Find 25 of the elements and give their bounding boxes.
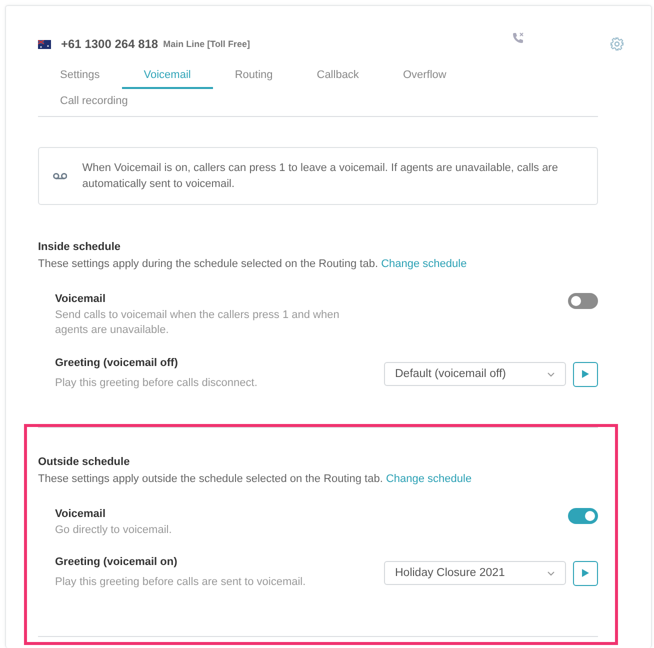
info-message: When Voicemail is on, callers can press 1 to leave a voicemail. If agents are unavailable, calls are automatically sent to voicemail. xyxy=(82,161,559,192)
setting-description: Go directly to voicemail. xyxy=(55,523,173,538)
tab[interactable]: Callback xyxy=(294,63,381,89)
setting-label: Voicemail xyxy=(55,293,107,305)
change-schedule-link[interactable]: Change schedule xyxy=(381,258,467,270)
tab[interactable]: Routing xyxy=(212,63,295,89)
greeting-dropdown[interactable]: Default (voicemail off) xyxy=(384,362,566,386)
setting-description: Play this greeting before calls disconnect. xyxy=(55,376,258,391)
section-description: These settings apply outside the schedule selected on the Routing tab. Change schedule xyxy=(38,473,473,485)
section-description: These settings apply during the schedule selected on the Routing tab. Change schedule xyxy=(38,258,468,270)
setting-label: Greeting (voicemail on) xyxy=(55,556,178,568)
tab[interactable]: Overflow xyxy=(380,63,468,89)
setting-description: Send calls to voicemail when the callers press 1 and when agents are unavailable. xyxy=(55,308,340,338)
tab[interactable]: Call recording xyxy=(38,89,150,115)
tab[interactable]: Settings xyxy=(38,63,122,89)
line-name: Main Line [Toll Free] xyxy=(163,39,250,49)
greeting-dropdown[interactable]: Holiday Closure 2021 xyxy=(384,561,566,585)
setting-description: Play this greeting before calls are sent to voicemail. xyxy=(55,575,307,590)
section-title: Inside schedule xyxy=(38,241,122,253)
setting-label: Greeting (voicemail off) xyxy=(55,357,179,369)
section-title: Outside schedule xyxy=(38,456,131,468)
change-schedule-link[interactable]: Change schedule xyxy=(386,473,472,485)
phone-number: +61 1300 264 818 xyxy=(61,37,158,51)
setting-label: Voicemail xyxy=(55,508,107,520)
tab[interactable]: Voicemail xyxy=(122,63,213,89)
